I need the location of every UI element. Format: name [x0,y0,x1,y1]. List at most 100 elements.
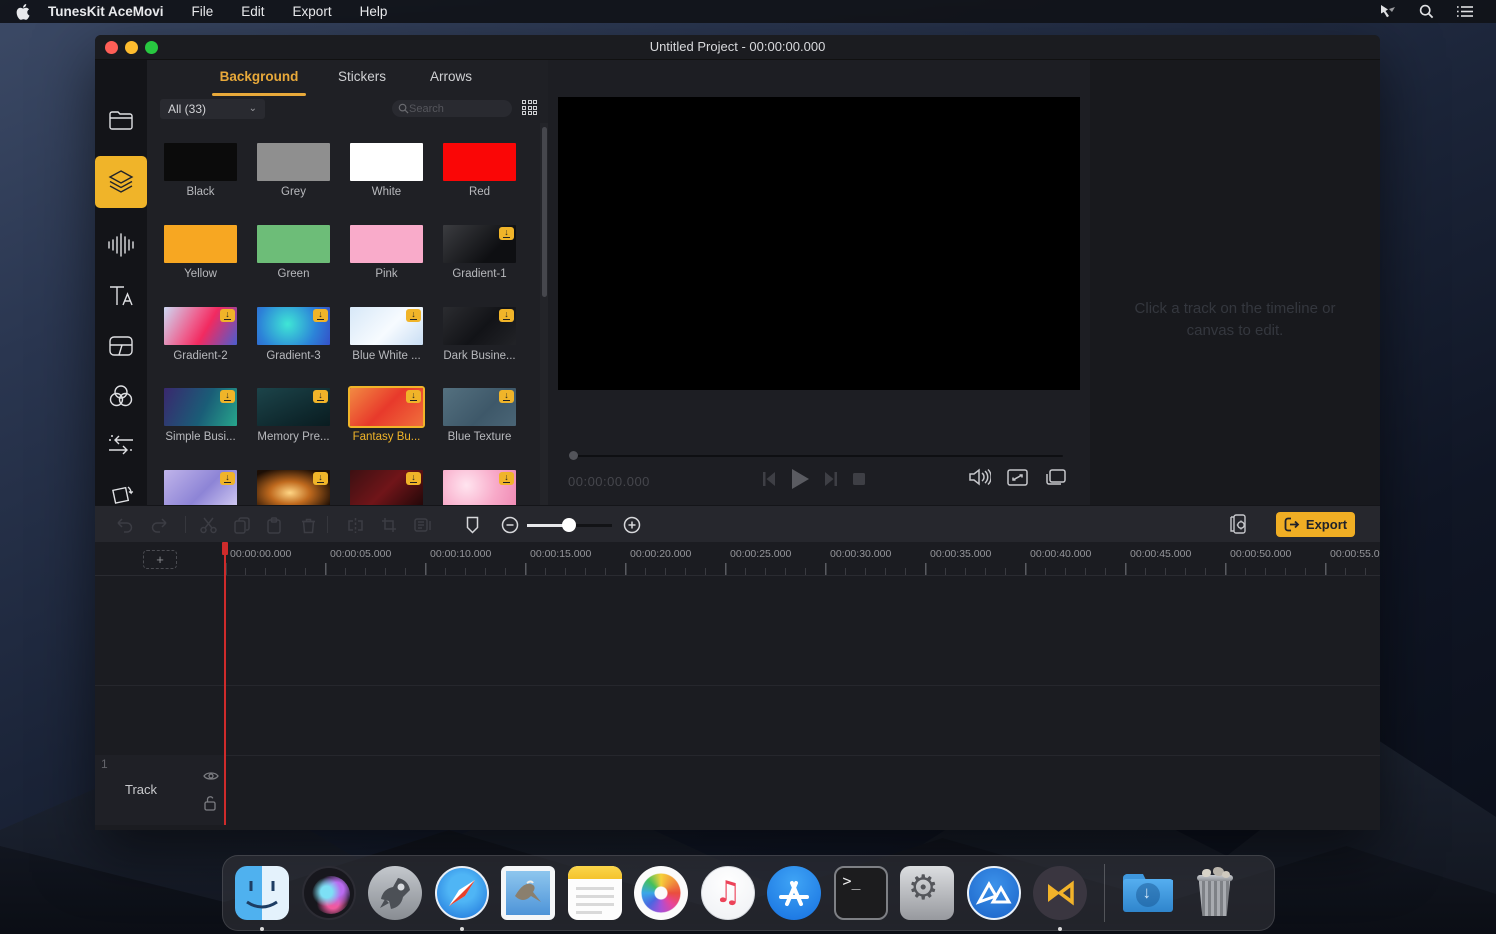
background-item-memory-pre[interactable]: ↓Memory Pre... [257,388,330,426]
background-item-blue-texture[interactable]: ↓Blue Texture [443,388,516,426]
dock-finder-icon[interactable] [235,866,289,920]
background-swatch[interactable] [443,143,516,181]
background-item[interactable]: ↓ [257,470,330,505]
track-lock-icon[interactable] [203,795,217,816]
undo-icon[interactable] [113,514,135,536]
menu-app-name[interactable]: TunesKit AceMovi [48,4,164,19]
background-swatch[interactable]: ↓ [164,388,237,426]
background-item-gradient-1[interactable]: ↓Gradient-1 [443,225,516,263]
background-item-dark-busine[interactable]: ↓Dark Busine... [443,307,516,345]
background-item[interactable]: ↓ [164,470,237,505]
track-visibility-eye-icon[interactable] [203,769,219,787]
background-swatch[interactable]: ↓ [257,388,330,426]
background-item-yellow[interactable]: Yellow [164,225,237,263]
background-item-red[interactable]: Red [443,143,516,181]
dock-mail-icon[interactable] [501,866,555,920]
redo-icon[interactable] [149,514,171,536]
grid-view-icon[interactable] [522,100,539,117]
cut-icon[interactable] [197,514,219,536]
background-swatch[interactable]: ↓ [443,388,516,426]
background-swatch[interactable] [257,143,330,181]
search-box[interactable] [392,100,512,117]
playhead-handle[interactable] [222,542,228,555]
dock-siri-icon[interactable] [302,866,356,920]
menu-item-export[interactable]: Export [293,4,332,19]
background-item-gradient-2[interactable]: ↓Gradient-2 [164,307,237,345]
playhead[interactable] [224,542,226,825]
background-swatch[interactable] [164,143,237,181]
dock-tuneskit-icon[interactable] [967,866,1021,920]
zoom-out-icon[interactable] [499,514,521,536]
dual-screen-icon[interactable] [1044,469,1066,486]
search-input[interactable] [409,103,499,115]
background-swatch[interactable]: ↓ [350,470,423,505]
stop-button[interactable] [852,472,866,486]
search-icon[interactable] [1419,4,1434,19]
background-swatch[interactable]: ↓ [164,470,237,505]
volume-icon[interactable] [968,468,991,486]
background-swatch[interactable]: ↓ [350,388,423,426]
background-item-white[interactable]: White [350,143,423,181]
zoom-in-icon[interactable] [621,514,643,536]
crop-icon[interactable] [378,514,400,536]
track-header[interactable]: 1 Track [95,755,225,825]
apple-menu-icon[interactable] [16,4,30,20]
background-swatch[interactable] [350,143,423,181]
background-item-pink[interactable]: Pink [350,225,423,263]
dock-acemovi-icon[interactable] [1033,866,1087,920]
media-folder-icon[interactable] [95,95,147,145]
background-swatch[interactable]: ↓ [164,307,237,345]
seek-bar[interactable] [575,455,1063,457]
dock-launchpad-icon[interactable] [368,866,422,920]
background-item-grey[interactable]: Grey [257,143,330,181]
split-screen-icon[interactable] [95,321,147,371]
background-swatch[interactable] [350,225,423,263]
dock-notes-icon[interactable] [568,866,622,920]
preview-canvas[interactable] [558,97,1080,390]
dock-terminal-icon[interactable]: >_ [834,866,888,920]
category-dropdown[interactable]: All (33) ⌄ [160,99,265,119]
window-title-bar[interactable]: Untitled Project - 00:00:00.000 [95,35,1380,60]
text-tool-icon[interactable] [95,271,147,321]
menu-item-edit[interactable]: Edit [241,4,264,19]
list-icon[interactable] [1456,5,1474,18]
background-swatch[interactable]: ↓ [257,307,330,345]
background-item-black[interactable]: Black [164,143,237,181]
tab-arrows[interactable]: Arrows [423,69,479,84]
copy-icon[interactable] [231,514,253,536]
background-swatch[interactable]: ↓ [443,307,516,345]
transitions-icon[interactable] [95,420,147,470]
delete-icon[interactable] [297,514,319,536]
background-item-blue-white[interactable]: ↓Blue White ... [350,307,423,345]
seek-handle[interactable] [569,451,578,460]
dock-system-preferences-icon[interactable]: ⚙ [900,866,954,920]
project-settings-icon[interactable] [1228,514,1250,539]
dock-safari-icon[interactable] [435,866,489,920]
fullscreen-icon[interactable] [1007,469,1028,486]
tab-stickers[interactable]: Stickers [331,69,393,84]
dock-downloads-icon[interactable]: ↓ [1121,866,1175,920]
audio-waveform-icon[interactable] [95,220,147,270]
background-item[interactable]: ↓ [350,470,423,505]
scrollbar-thumb[interactable] [542,127,547,297]
background-item-simple-busi[interactable]: ↓Simple Busi... [164,388,237,426]
dock-app-store-icon[interactable] [767,866,821,920]
marker-icon[interactable] [461,514,483,536]
background-swatch[interactable]: ↓ [443,225,516,263]
background-item[interactable]: ↓ [443,470,516,505]
next-frame-button[interactable] [824,471,838,487]
dock-photos-icon[interactable] [634,866,688,920]
export-button[interactable]: Export [1276,512,1355,537]
background-swatch[interactable]: ↓ [257,470,330,505]
freeze-frame-icon[interactable] [411,514,433,536]
background-item-green[interactable]: Green [257,225,330,263]
split-clip-icon[interactable] [344,514,366,536]
background-item-fantasy-bu[interactable]: ↓Fantasy Bu... [350,388,423,426]
menu-item-help[interactable]: Help [360,4,388,19]
tab-background[interactable]: Background [207,69,311,84]
previous-frame-button[interactable] [762,471,776,487]
background-swatch[interactable]: ↓ [443,470,516,505]
background-swatch[interactable] [164,225,237,263]
background-layers-icon[interactable] [95,156,147,208]
background-swatch[interactable] [257,225,330,263]
